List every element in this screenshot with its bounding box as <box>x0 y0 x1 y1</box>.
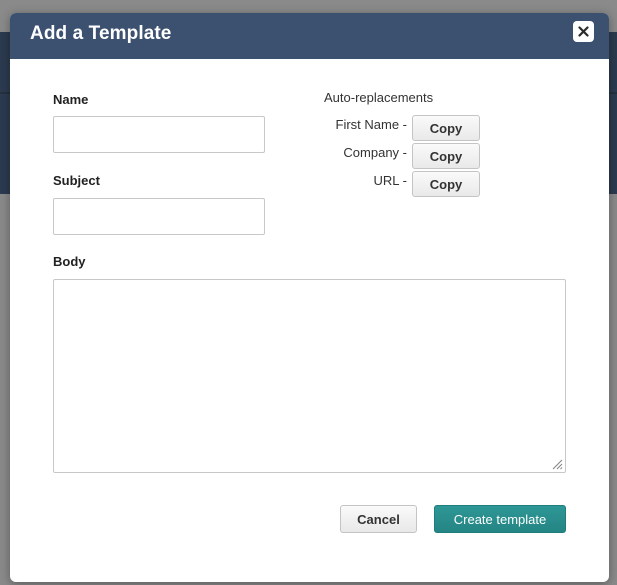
copy-first-name-button[interactable]: Copy <box>412 115 480 141</box>
subject-input[interactable] <box>53 198 265 235</box>
company-replacement-label: Company - <box>343 145 407 160</box>
subject-label: Subject <box>53 173 100 188</box>
body-label: Body <box>53 254 86 269</box>
first-name-replacement-label: First Name - <box>335 117 408 132</box>
cancel-button[interactable]: Cancel <box>340 505 417 533</box>
copy-url-button[interactable]: Copy <box>412 171 480 197</box>
body-textarea[interactable] <box>53 279 566 473</box>
name-input[interactable] <box>53 116 265 153</box>
close-icon <box>578 26 589 37</box>
resize-grip-icon[interactable] <box>550 457 563 470</box>
close-button[interactable] <box>573 21 594 42</box>
url-replacement-label: URL - <box>373 173 407 188</box>
copy-company-button[interactable]: Copy <box>412 143 480 169</box>
add-template-dialog: Add a Template Name Subject Auto-replace… <box>10 13 609 582</box>
create-template-button[interactable]: Create template <box>434 505 566 533</box>
name-label: Name <box>53 92 89 107</box>
dialog-title: Add a Template <box>30 23 172 44</box>
auto-replacements-heading: Auto-replacements <box>324 90 434 105</box>
dialog-header: Add a Template <box>10 13 609 59</box>
